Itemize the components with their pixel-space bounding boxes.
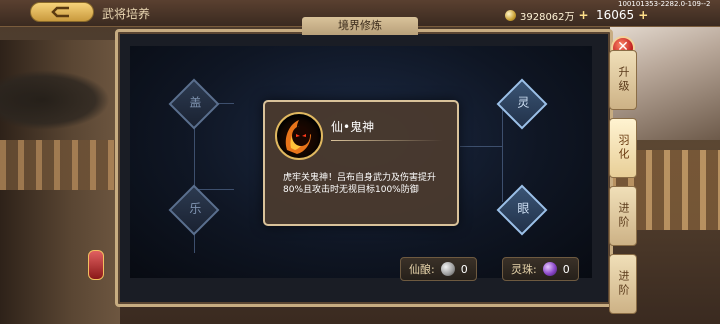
tab-upgrade[interactable]: 升级: [609, 50, 637, 110]
cultivation-node[interactable]: 乐: [168, 184, 220, 236]
demon-god-skill-icon: [275, 112, 323, 160]
tab-feather[interactable]: 羽化: [609, 118, 637, 178]
currency-bar-2: 灵珠: 0: [502, 257, 579, 281]
currency-bar-1: 仙酿: 0: [400, 257, 477, 281]
back-arrow-icon: [51, 6, 69, 18]
gem-counter: 16065 +: [596, 8, 648, 22]
add-gold-icon[interactable]: +: [579, 8, 589, 22]
lantern: [88, 250, 104, 280]
gold-counter: 3928062万 +: [505, 8, 589, 23]
skill-description: 虎牢关鬼神！吕布自身武力及伤害提升80%且攻击时无视目标100%防御: [283, 173, 437, 195]
side-tabs: 升级 羽化 进阶 进阶: [609, 50, 637, 322]
back-button[interactable]: [30, 2, 94, 22]
add-gem-icon[interactable]: +: [638, 8, 648, 22]
currency-count: 0: [562, 262, 570, 276]
cultivation-node[interactable]: 灵: [496, 78, 548, 130]
left-railing: [0, 140, 120, 190]
gold-amount: 3928062万: [520, 11, 575, 23]
currency-count: 0: [460, 262, 468, 276]
cultivation-node[interactable]: 眼: [496, 184, 548, 236]
wine-icon: [440, 262, 455, 276]
cultivation-node[interactable]: 盖: [168, 78, 220, 130]
path-line: [502, 102, 503, 202]
skill-tooltip: 仙•鬼神 虎牢关鬼神！吕布自身武力及伤害提升80%且攻击时无视目标100%防御: [263, 100, 459, 226]
tab-advance[interactable]: 进阶: [609, 186, 637, 246]
build-id: 100101353-2282.0-109--2: [618, 0, 711, 8]
gem-amount: 16065: [596, 8, 635, 22]
currency-label: 灵珠:: [511, 263, 537, 276]
path-line: [460, 146, 502, 147]
tab-advance-2[interactable]: 进阶: [609, 254, 637, 314]
currency-label: 仙酿:: [409, 263, 435, 276]
orb-icon: [542, 262, 557, 276]
panel-title: 境界修炼: [302, 17, 418, 35]
divider: [331, 140, 443, 141]
skill-name: 仙•鬼神: [331, 120, 375, 134]
coin-icon: [505, 9, 516, 21]
page-title: 武将培养: [102, 7, 151, 21]
pine-tree: [0, 70, 110, 130]
